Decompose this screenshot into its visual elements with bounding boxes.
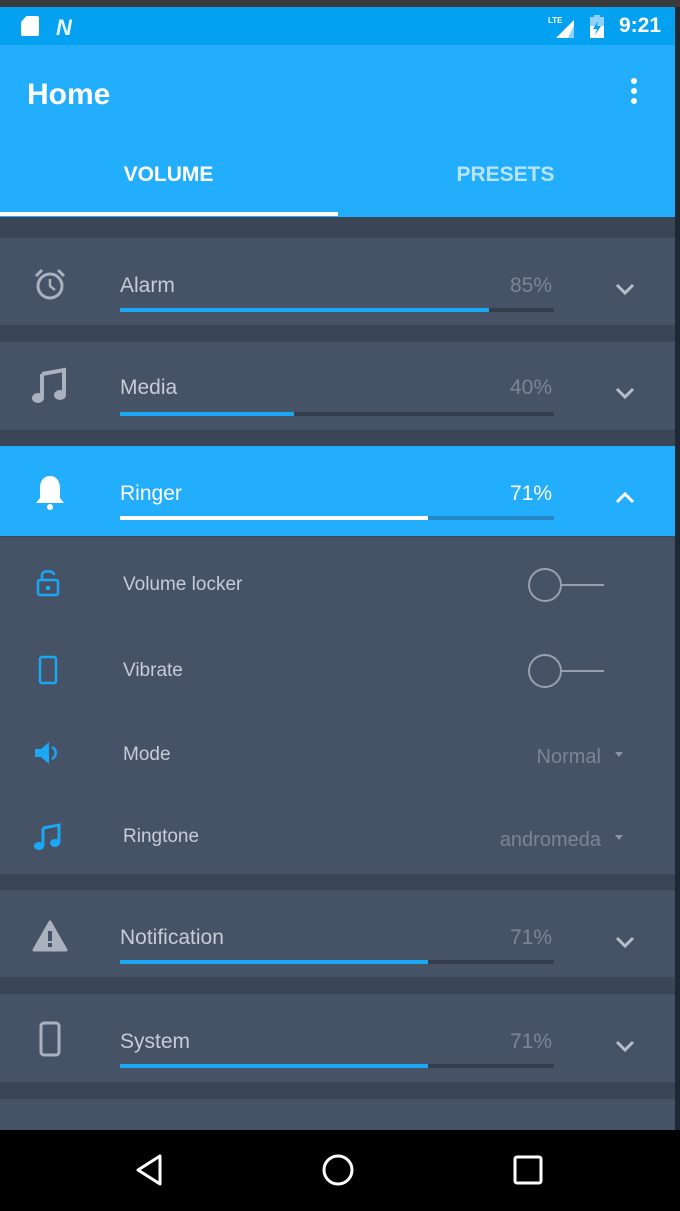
ringer-options-panel: Volume locker Vibrate Mode Normal Ringto…: [0, 537, 675, 874]
volume-slider[interactable]: [120, 516, 554, 520]
stream-card-media[interactable]: Media 40%: [0, 342, 675, 430]
chevron-down-icon[interactable]: [612, 932, 638, 952]
chevron-down-icon[interactable]: [612, 1036, 638, 1056]
mode-value: Normal: [536, 746, 601, 768]
ringtone-value: andromeda: [499, 829, 601, 851]
speaker-icon: [35, 742, 57, 764]
stream-card-partial[interactable]: [0, 1099, 675, 1130]
chevron-down-icon[interactable]: [612, 383, 638, 403]
option-ringtone[interactable]: Ringtone andromeda: [0, 805, 675, 865]
vibrate-toggle[interactable]: [527, 653, 605, 689]
volume-slider[interactable]: [120, 412, 554, 416]
frame-right-edge: [675, 7, 680, 1130]
warning-icon: [32, 920, 68, 952]
volume-slider-fill: [120, 308, 489, 312]
stream-card-notification[interactable]: Notification 71%: [0, 890, 675, 977]
stream-percent: 71%: [509, 1030, 552, 1053]
dropdown-caret-icon: [615, 752, 623, 758]
page-title: Home: [27, 78, 111, 111]
stream-label: System: [120, 1030, 191, 1053]
tab-indicator: [0, 212, 338, 216]
app-bar: Home VOLUME PRESETS: [0, 45, 675, 217]
stream-percent: 71%: [509, 926, 552, 949]
lock-open-icon: [36, 570, 60, 597]
phone-icon: [39, 1021, 61, 1057]
status-clock: 9:21: [618, 14, 661, 37]
tab-volume[interactable]: VOLUME: [0, 163, 337, 217]
vibrate-phone-icon: [38, 655, 58, 685]
option-label: Volume locker: [123, 574, 243, 595]
volume-slider-fill: [120, 412, 294, 416]
stream-card-system[interactable]: System 71%: [0, 994, 675, 1082]
ringtone-dropdown[interactable]: andromeda: [500, 829, 623, 852]
stream-label: Notification: [120, 926, 224, 949]
volume-slider-fill: [120, 1064, 429, 1068]
option-label: Ringtone: [123, 826, 200, 847]
more-vert-icon[interactable]: [626, 78, 642, 112]
dropdown-caret-icon: [615, 835, 623, 841]
bell-icon: [36, 476, 64, 510]
mode-dropdown[interactable]: Normal: [537, 746, 623, 769]
stream-percent: 85%: [509, 274, 552, 297]
stream-card-alarm[interactable]: Alarm 85%: [0, 238, 675, 325]
status-bar: N LTE 9:21: [0, 7, 675, 45]
volume-slider[interactable]: [120, 1064, 554, 1068]
volume-locker-toggle[interactable]: [527, 567, 605, 603]
tab-presets[interactable]: PRESETS: [337, 163, 674, 217]
stream-card-ringer[interactable]: Ringer 71%: [0, 446, 675, 536]
home-icon[interactable]: [316, 1148, 360, 1192]
recents-icon[interactable]: [506, 1148, 550, 1192]
n-notification-icon: N: [56, 15, 72, 40]
music-note-icon: [34, 823, 61, 850]
stream-label: Ringer: [120, 482, 182, 505]
stream-label: Media: [120, 376, 178, 399]
alarm-clock-icon: [34, 268, 66, 300]
option-label: Vibrate: [123, 660, 183, 681]
battery-charging-icon: [590, 15, 604, 38]
back-icon[interactable]: [126, 1148, 170, 1192]
svg-text:LTE: LTE: [548, 16, 563, 25]
chevron-up-icon[interactable]: [612, 488, 638, 508]
volume-slider[interactable]: [120, 960, 554, 964]
option-vibrate[interactable]: Vibrate: [0, 637, 675, 697]
chevron-down-icon[interactable]: [612, 279, 638, 299]
app-screen: N LTE 9:21 Home VOLUME PRESETS Alarm 85%…: [0, 7, 675, 1130]
sd-card-icon: [21, 16, 39, 36]
navigation-bar: [0, 1130, 680, 1211]
frame-top-edge: [0, 0, 680, 7]
lte-signal-icon: LTE: [548, 16, 574, 38]
option-label: Mode: [123, 744, 171, 765]
stream-percent: 40%: [509, 376, 552, 399]
option-volume-locker[interactable]: Volume locker: [0, 551, 675, 611]
volume-slider-fill: [120, 960, 429, 964]
stream-percent: 71%: [509, 482, 552, 505]
stream-label: Alarm: [120, 274, 175, 297]
option-mode[interactable]: Mode Normal: [0, 722, 675, 782]
volume-slider[interactable]: [120, 308, 554, 312]
volume-slider-fill: [120, 516, 429, 520]
music-note-icon: [32, 367, 66, 403]
device-frame: N LTE 9:21 Home VOLUME PRESETS Alarm 85%…: [0, 0, 680, 1211]
